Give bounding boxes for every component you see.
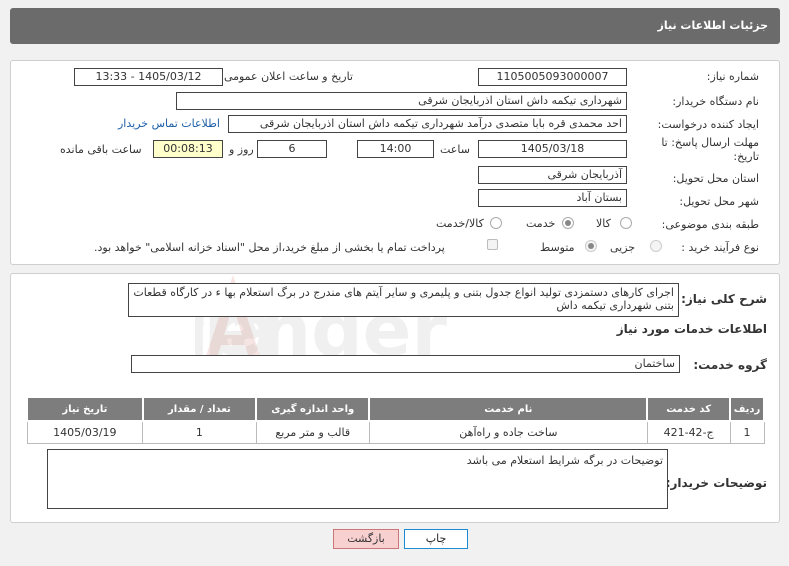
deadline-date-field: 1405/03/18 [478, 140, 627, 158]
announce-date-field: 1405/03/12 - 13:33 [74, 68, 223, 86]
services-table-header: ردیف کد خدمت نام خدمت واحد اندازه گیری ت… [26, 396, 765, 422]
col-row: ردیف [729, 396, 765, 422]
description-label: شرح کلی نیاز: [681, 292, 767, 306]
process-radio-medium[interactable] [585, 240, 597, 252]
services-section-title: اطلاعات خدمات مورد نیاز [616, 322, 767, 336]
category-option-goods-service: کالا/خدمت [436, 217, 484, 230]
days-label: روز و [229, 143, 254, 156]
cell-unit: قالب و متر مربع [255, 420, 370, 444]
buyer-name-label: نام دستگاه خریدار: [672, 95, 759, 108]
city-label: شهر محل تحویل: [679, 195, 759, 208]
col-code: کد خدمت [646, 396, 731, 422]
creator-label: ایجاد کننده درخواست: [657, 118, 759, 131]
announce-date-label: تاریخ و ساعت اعلان عمومی: [220, 70, 353, 83]
treasury-checkbox[interactable] [487, 239, 498, 250]
need-number-label: شماره نیاز: [706, 70, 759, 83]
city-field: بستان آباد [478, 189, 627, 207]
need-number-field: 1105005093000007 [478, 68, 627, 86]
process-label: نوع فرآیند خرید : [681, 241, 759, 254]
category-option-service: خدمت [526, 217, 556, 230]
process-option-minor: جزیی [610, 241, 636, 254]
print-button[interactable]: چاپ [404, 529, 468, 549]
cell-code: ج-42-421 [646, 420, 731, 444]
category-radio-goods[interactable] [620, 217, 632, 229]
col-qty: تعداد / مقدار [141, 396, 258, 422]
description-text: اجرای کارهای دستمزدی تولید انواع جدول بت… [128, 283, 679, 317]
service-group-field: ساختمان [131, 355, 680, 373]
page-header: جزئیات اطلاعات نیاز [10, 8, 780, 44]
col-unit: واحد اندازه گیری [255, 396, 371, 422]
page-title: جزئیات اطلاعات نیاز [657, 19, 769, 32]
payment-note: پرداخت تمام یا بخشی از مبلغ خرید،از محل … [94, 241, 445, 254]
col-date: تاریخ نیاز [26, 396, 144, 422]
cell-date: 1405/03/19 [26, 420, 144, 444]
category-label: طبقه بندی موضوعی: [661, 218, 759, 231]
buyer-name-field: شهرداری تیکمه داش استان اذربایجان شرقی [176, 92, 627, 110]
category-radio-goods-service[interactable] [490, 217, 502, 229]
buyer-notes-text: توضیحات در برگه شرایط استعلام می باشد [47, 449, 668, 509]
category-radio-service[interactable] [562, 217, 574, 229]
remaining-time-field: 00:08:13 [153, 140, 223, 158]
province-field: آذربایجان شرقی [478, 166, 627, 184]
col-name: نام خدمت [368, 396, 649, 422]
cell-name: ساخت جاده و راه‌آهن [368, 420, 648, 444]
services-table: ردیف کد خدمت نام خدمت واحد اندازه گیری ت… [26, 396, 765, 444]
back-button[interactable]: بازگشت [333, 529, 399, 549]
creator-field: احد محمدی قره بابا متصدی درآمد شهرداری ت… [228, 115, 627, 133]
buyer-notes-label: توضیحات خریدار: [665, 476, 767, 490]
deadline-label: مهلت ارسال پاسخ: تا تاریخ: [661, 136, 759, 163]
remaining-time-label: ساعت باقی مانده [60, 143, 142, 156]
category-option-goods: کالا [596, 217, 611, 230]
process-radio-minor[interactable] [650, 240, 662, 252]
buyer-contact-link[interactable]: اطلاعات تماس خریدار [118, 117, 220, 130]
cell-qty: 1 [142, 420, 257, 444]
days-field: 6 [257, 140, 327, 158]
process-option-medium: متوسط [540, 241, 575, 254]
table-row: 1 ج-42-421 ساخت جاده و راه‌آهن قالب و مت… [26, 420, 765, 444]
service-group-label: گروه خدمت: [693, 358, 767, 372]
deadline-time-label: ساعت [440, 143, 470, 156]
deadline-time-field: 14:00 [357, 140, 434, 158]
province-label: استان محل تحویل: [672, 172, 759, 185]
cell-row: 1 [729, 420, 765, 444]
